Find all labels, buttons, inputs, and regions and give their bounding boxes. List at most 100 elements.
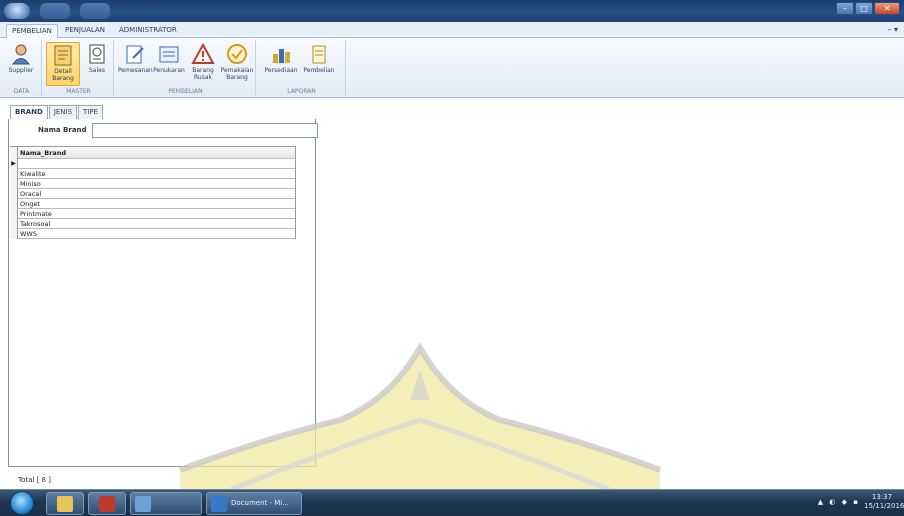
table-cell[interactable]: Takrosoal — [18, 219, 296, 229]
table-cell[interactable]: Oracal — [18, 189, 296, 199]
window-title — [368, 5, 558, 17]
tab-pembelian[interactable]: PEMBELIAN — [6, 24, 58, 38]
table-row[interactable]: Onget — [10, 199, 296, 209]
folder-icon — [57, 496, 73, 512]
row-header[interactable] — [10, 209, 18, 219]
ribbon: Supplier DATA Detail Barang Sales MASTER… — [0, 38, 904, 98]
ribbon-group-master: Detail Barang Sales MASTER — [44, 40, 114, 96]
quick-access-toolbar — [4, 3, 110, 19]
ribbon-group-pembelian: Pemesanan Penukaran Barang Rusak Pemakai… — [116, 40, 256, 96]
app-menu-orb-icon[interactable] — [4, 3, 30, 19]
table-cell[interactable]: Kiwalite — [18, 169, 296, 179]
pemesanan-button[interactable]: Pemesanan — [118, 42, 153, 86]
tab-jenis[interactable]: JENIS — [48, 105, 78, 119]
nama-brand-label: Nama Brand — [38, 126, 87, 134]
table-row[interactable]: WWS — [10, 229, 296, 239]
group-label-data: DATA — [13, 88, 30, 95]
row-header[interactable] — [10, 199, 18, 209]
grid-header-row: Nama_Brand — [10, 146, 296, 159]
row-header[interactable] — [10, 169, 18, 179]
pemakaian-barang-button[interactable]: Pemakaian Barang — [220, 42, 254, 86]
quick-access-button-1[interactable] — [40, 3, 70, 19]
group-label-laporan: LAPORAN — [287, 88, 316, 95]
group-label-master: MASTER — [66, 88, 91, 95]
check-icon — [227, 44, 247, 64]
ribbon-tab-bar: PEMBELIAN PENJUALAN ADMINISTRATOR – ▾ — [0, 22, 904, 38]
tab-brand[interactable]: BRAND — [10, 105, 48, 119]
warning-icon — [191, 42, 215, 64]
taskbar-explorer-button[interactable] — [46, 492, 84, 515]
supplier-label: Supplier — [8, 67, 34, 74]
brand-grid: Nama_Brand ▶ Kiwalite Miniso Oracal Onge… — [10, 146, 296, 239]
taskbar-document-button[interactable]: Document - Mi... — [206, 492, 302, 515]
table-cell[interactable]: Onget — [18, 199, 296, 209]
tab-administrator[interactable]: ADMINISTRATOR — [114, 24, 182, 38]
table-cell[interactable]: Printmate — [18, 209, 296, 219]
table-row[interactable]: Takrosoal — [10, 219, 296, 229]
detail-barang-icon — [54, 45, 72, 66]
quick-access-button-2[interactable] — [80, 3, 110, 19]
row-header[interactable] — [10, 179, 18, 189]
close-icon[interactable]: ✕ — [874, 2, 900, 15]
persediaan-label: Persediaan — [264, 67, 298, 74]
current-row-indicator-icon: ▶ — [10, 159, 18, 169]
ribbon-group-laporan: Persediaan Pembelian LAPORAN — [258, 40, 346, 96]
main-content: BRAND JENIS TIPE Nama Brand Nama_Brand ▶… — [0, 99, 904, 484]
column-header-nama-brand[interactable]: Nama_Brand — [18, 147, 296, 159]
table-row[interactable]: ▶ — [10, 159, 296, 169]
row-header[interactable] — [10, 189, 18, 199]
group-label-pembelian: PEMBELIAN — [168, 88, 203, 95]
penukaran-button[interactable]: Penukaran — [152, 42, 186, 86]
clock[interactable]: 13:37 15/11/2016 — [864, 493, 904, 511]
barang-rusak-button[interactable]: Barang Rusak — [186, 42, 220, 86]
start-button-icon[interactable] — [10, 491, 34, 515]
document-tabs: BRAND JENIS TIPE — [10, 105, 104, 119]
tab-penjualan[interactable]: PENJUALAN — [60, 24, 110, 38]
pdf-icon — [99, 496, 115, 512]
minimize-icon[interactable]: – — [836, 2, 854, 15]
persediaan-button[interactable]: Persediaan — [264, 42, 298, 86]
window-controls: – □ ✕ — [836, 2, 900, 15]
pemesanan-label: Pemesanan — [118, 67, 153, 74]
barang-rusak-label: Barang Rusak — [192, 67, 214, 81]
ribbon-minimize-icon[interactable]: – ▾ — [887, 25, 898, 34]
maximize-icon[interactable]: □ — [855, 2, 873, 15]
table-row[interactable]: Miniso — [10, 179, 296, 189]
app-icon — [135, 496, 151, 512]
record-count: Total [ 8 ] — [18, 476, 51, 484]
table-cell[interactable] — [18, 159, 296, 169]
detail-barang-button[interactable]: Detail Barang — [46, 42, 80, 86]
sales-label: Sales — [89, 67, 105, 74]
table-row[interactable]: Kiwalite — [10, 169, 296, 179]
nama-brand-input[interactable] — [92, 123, 318, 138]
row-header-corner — [10, 147, 18, 159]
table-row[interactable]: Printmate — [10, 209, 296, 219]
pemakaian-barang-label: Pemakaian Barang — [220, 67, 254, 81]
stock-report-icon — [273, 49, 290, 63]
detail-barang-label: Detail Barang — [52, 68, 74, 82]
taskbar: Document - Mi... ▲ ◐ ◆ ▪ 13:37 15/11/201… — [0, 489, 904, 516]
row-header[interactable] — [10, 229, 18, 239]
order-icon — [126, 45, 144, 64]
supplier-button[interactable]: Supplier — [4, 42, 38, 86]
supplier-icon — [12, 44, 30, 65]
sales-icon — [89, 44, 105, 64]
pembelian-report-label: Pembelian — [303, 67, 335, 74]
penukaran-label: Penukaran — [153, 67, 185, 74]
row-header[interactable] — [10, 219, 18, 229]
pembelian-report-button[interactable]: Pembelian — [302, 42, 336, 86]
table-cell[interactable]: Miniso — [18, 179, 296, 189]
table-cell[interactable]: WWS — [18, 229, 296, 239]
ribbon-group-data: Supplier DATA — [2, 40, 42, 96]
exchange-icon — [159, 46, 179, 63]
tab-tipe[interactable]: TIPE — [78, 105, 104, 119]
app-window: – □ ✕ PEMBELIAN PENJUALAN ADMINISTRATOR … — [0, 0, 904, 516]
system-tray-icons[interactable]: ▲ ◐ ◆ ▪ — [818, 498, 860, 506]
table-row[interactable]: Oracal — [10, 189, 296, 199]
purchase-report-icon — [312, 45, 326, 64]
sales-button[interactable]: Sales — [80, 42, 114, 86]
taskbar-app-button[interactable] — [130, 492, 202, 515]
word-icon — [211, 496, 227, 512]
taskbar-pdf-button[interactable] — [88, 492, 126, 515]
clock-date: 15/11/2016 — [864, 502, 904, 510]
